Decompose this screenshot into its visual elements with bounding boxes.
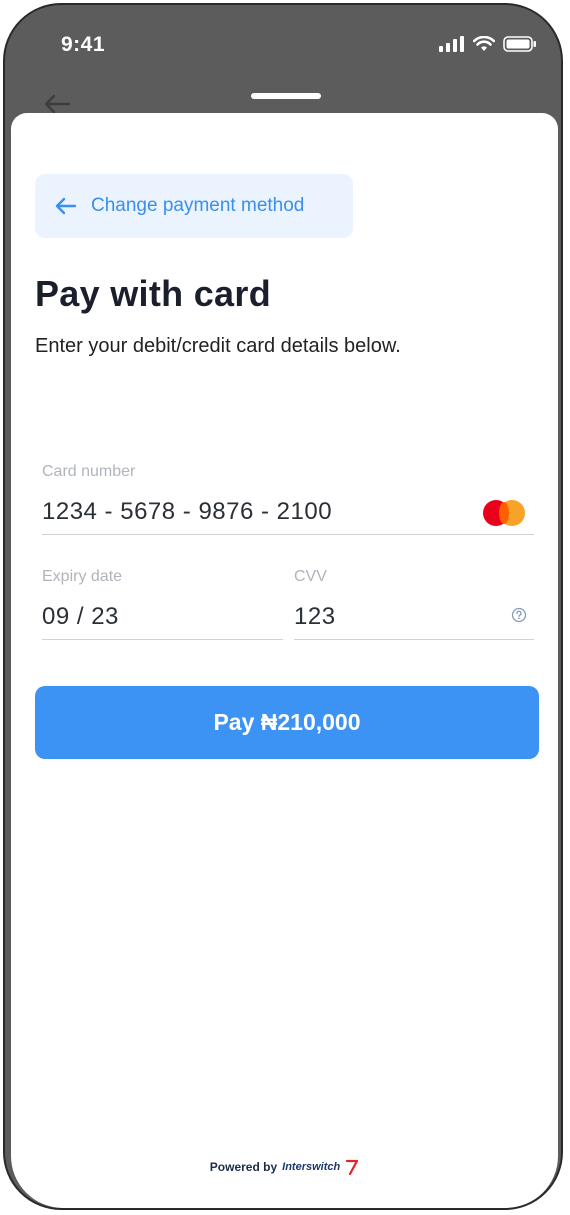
expiry-date-underline <box>42 639 283 640</box>
cellular-signal-icon <box>439 36 464 52</box>
cvv-underline <box>294 639 534 640</box>
status-time: 9:41 <box>61 33 106 56</box>
phone-frame: 9:41 Change payment method Pay with card… <box>3 3 563 1210</box>
powered-by-text: Powered by <box>209 1160 278 1174</box>
interswitch-logo-icon <box>346 1159 359 1175</box>
payment-sheet: Change payment method Pay with card Ente… <box>11 113 558 1208</box>
card-number-input[interactable]: 1234 - 5678 - 9876 - 2100 <box>42 498 332 526</box>
sheet-drag-handle[interactable] <box>251 93 321 99</box>
card-number-underline <box>42 534 534 535</box>
arrow-left-icon <box>55 194 79 218</box>
expiry-date-label: Expiry date <box>42 568 123 585</box>
battery-icon <box>503 36 536 52</box>
help-circle-icon[interactable] <box>511 607 527 623</box>
change-payment-method-button[interactable]: Change payment method <box>35 174 353 238</box>
mastercard-icon <box>483 500 527 526</box>
page-title: Pay with card <box>35 273 271 314</box>
interswitch-logo-text: Interswitch <box>282 1161 341 1173</box>
status-bar: 9:41 <box>5 5 561 85</box>
status-icons <box>439 36 537 52</box>
cvv-input[interactable]: 123 <box>294 603 336 631</box>
change-payment-method-label: Change payment method <box>91 195 305 216</box>
card-number-label: Card number <box>42 463 136 480</box>
powered-by-footer: Powered by Interswitch <box>11 1159 558 1175</box>
expiry-date-input[interactable]: 09 / 23 <box>42 603 119 631</box>
arrow-left-icon <box>44 94 71 114</box>
page-subtitle: Enter your debit/credit card details bel… <box>35 335 401 357</box>
wifi-icon <box>473 36 495 51</box>
cvv-label: CVV <box>294 568 327 585</box>
pay-button[interactable]: Pay ₦210,000 <box>35 686 539 759</box>
